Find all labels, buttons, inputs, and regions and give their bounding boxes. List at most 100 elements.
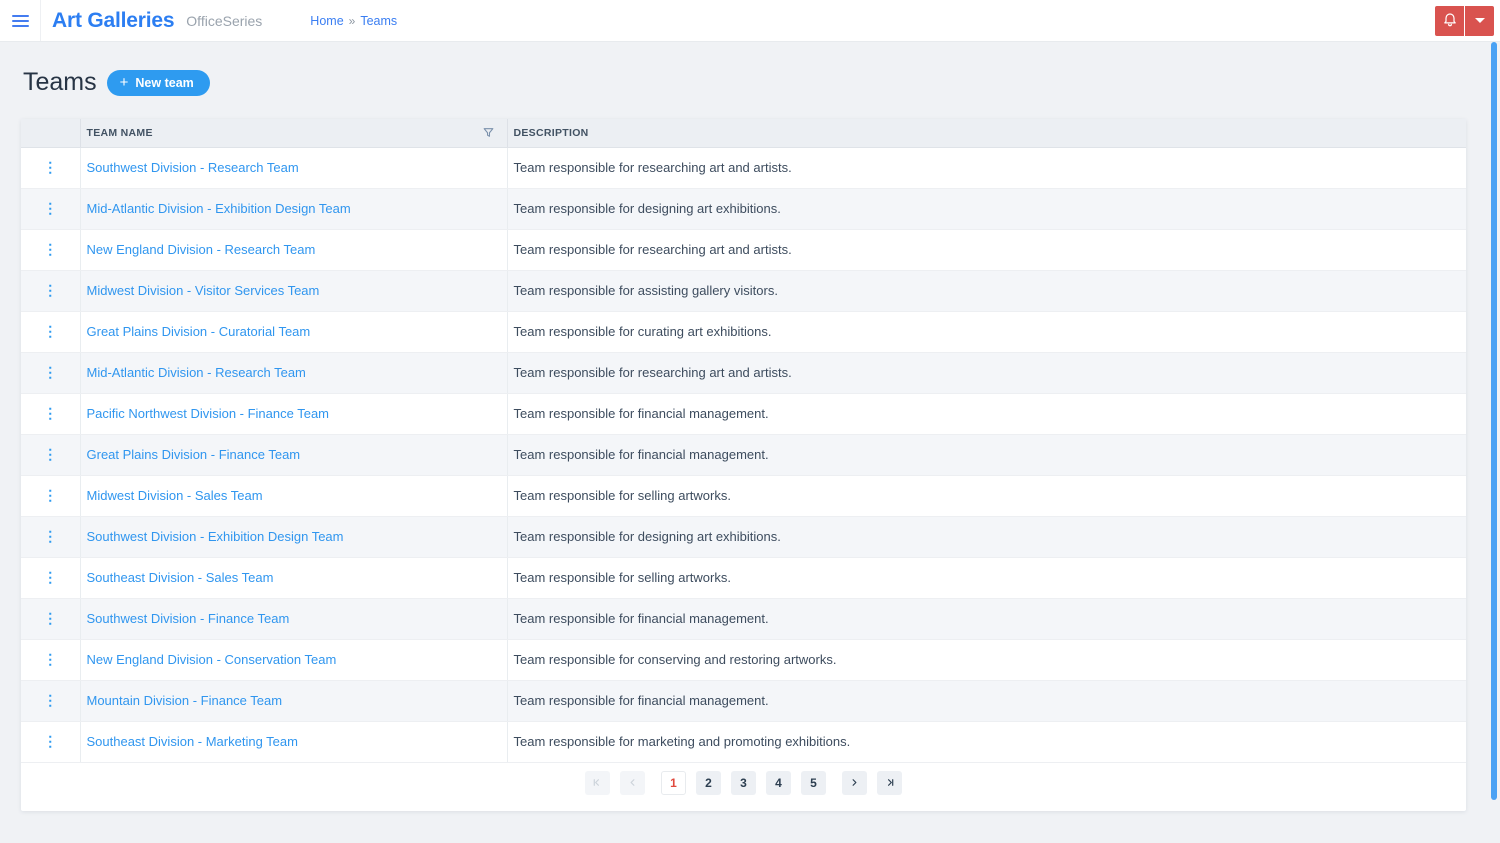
teams-table: TEAM NAME DESCRIPTION ⋮ Southwest Divisio… [21, 119, 1466, 763]
page-button-1[interactable]: 1 [661, 770, 686, 795]
team-name-link[interactable]: Southeast Division - Sales Team [87, 570, 274, 585]
table-row: ⋮ Pacific Northwest Division - Finance Te… [21, 393, 1466, 435]
team-name-link[interactable]: Southeast Division - Marketing Team [87, 734, 298, 749]
team-name-cell: Southwest Division - Research Team [79, 147, 507, 189]
team-name-link[interactable]: Mid-Atlantic Division - Research Team [87, 365, 306, 380]
page-button-4[interactable]: 4 [766, 770, 791, 795]
notifications-button[interactable] [1435, 5, 1464, 36]
row-actions-cell: ⋮ [21, 557, 80, 599]
team-name-link[interactable]: Midwest Division - Sales Team [87, 488, 263, 503]
breadcrumb-current-link[interactable]: Teams [360, 14, 397, 28]
row-actions-cell: ⋮ [21, 188, 80, 230]
page-button-3[interactable]: 3 [731, 770, 756, 795]
breadcrumb-home-link[interactable]: Home [310, 14, 343, 28]
teams-card: TEAM NAME DESCRIPTION ⋮ Southwest Divisio… [21, 119, 1466, 811]
table-row: ⋮ Southwest Division - Finance Team Team r… [21, 598, 1466, 640]
team-name-link[interactable]: Southwest Division - Finance Team [87, 611, 290, 626]
team-name-link[interactable]: Midwest Division - Visitor Services Team [87, 283, 320, 298]
last-page-icon [887, 779, 894, 786]
row-actions-cell: ⋮ [21, 680, 80, 722]
team-name-link[interactable]: Southwest Division - Exhibition Design T… [87, 529, 344, 544]
next-page-button[interactable] [842, 770, 867, 795]
user-menu-button[interactable] [1465, 5, 1494, 36]
prev-page-button[interactable] [620, 770, 645, 795]
first-page-button[interactable] [585, 770, 610, 795]
first-page-icon [593, 779, 600, 786]
new-team-button[interactable]: + New team [106, 69, 210, 96]
menu-button[interactable] [0, 0, 41, 41]
team-name-cell: New England Division - Conservation Team [79, 639, 507, 681]
pagination-pages: 12345 [661, 770, 826, 795]
row-kebab-menu-icon[interactable]: ⋮ [43, 324, 57, 338]
team-description-cell: Team responsible for researching art and… [506, 147, 1466, 189]
vertical-scrollbar[interactable] [1491, 42, 1497, 800]
team-name-cell: Pacific Northwest Division - Finance Tea… [79, 393, 507, 435]
hamburger-icon [11, 14, 29, 27]
row-kebab-menu-icon[interactable]: ⋮ [43, 242, 57, 256]
team-name-cell: Midwest Division - Visitor Services Team [79, 270, 507, 312]
row-kebab-menu-icon[interactable]: ⋮ [43, 447, 57, 461]
row-kebab-menu-icon[interactable]: ⋮ [43, 201, 57, 215]
page-title: Teams [23, 68, 97, 96]
table-row: ⋮ New England Division - Conservation Tea… [21, 639, 1466, 681]
team-name-header-label: TEAM NAME [86, 126, 153, 139]
actions-column-header [21, 119, 80, 148]
row-actions-cell: ⋮ [21, 721, 80, 763]
team-description-cell: Team responsible for financial managemen… [506, 680, 1466, 722]
row-kebab-menu-icon[interactable]: ⋮ [43, 570, 57, 584]
app-header: Art Galleries OfficeSeries Home » Teams [0, 0, 1500, 42]
prev-page-icon [630, 779, 635, 786]
table-row: ⋮ Mountain Division - Finance Team Team re… [21, 680, 1466, 722]
team-description-cell: Team responsible for conserving and rest… [506, 639, 1466, 681]
team-name-cell: Great Plains Division - Curatorial Team [79, 311, 507, 353]
page-button-5[interactable]: 5 [801, 770, 826, 795]
row-actions-cell: ⋮ [21, 475, 80, 517]
filter-icon[interactable] [482, 126, 495, 139]
row-kebab-menu-icon[interactable]: ⋮ [43, 734, 57, 748]
table-row: ⋮ Midwest Division - Sales Team Team respo… [21, 475, 1466, 517]
team-name-link[interactable]: New England Division - Conservation Team [87, 652, 337, 667]
team-name-link[interactable]: Great Plains Division - Curatorial Team [87, 324, 311, 339]
table-row: ⋮ Great Plains Division - Curatorial Team… [21, 311, 1466, 353]
row-kebab-menu-icon[interactable]: ⋮ [43, 693, 57, 707]
team-description-cell: Team responsible for financial managemen… [506, 393, 1466, 435]
breadcrumb: Home » Teams [310, 14, 397, 28]
row-actions-cell: ⋮ [21, 270, 80, 312]
team-description-cell: Team responsible for financial managemen… [506, 434, 1466, 476]
pagination: 12345 [21, 763, 1466, 811]
app-suffix: OfficeSeries [186, 12, 263, 29]
table-header-row: TEAM NAME DESCRIPTION [21, 119, 1466, 148]
team-description-cell: Team responsible for researching art and… [506, 352, 1466, 394]
page-button-2[interactable]: 2 [696, 770, 721, 795]
team-description-cell: Team responsible for designing art exhib… [506, 188, 1466, 230]
team-name-link[interactable]: Mountain Division - Finance Team [87, 693, 283, 708]
team-name-link[interactable]: Pacific Northwest Division - Finance Tea… [87, 406, 330, 421]
last-page-button[interactable] [877, 770, 902, 795]
team-description-cell: Team responsible for marketing and promo… [506, 721, 1466, 763]
team-description-cell: Team responsible for selling artworks. [506, 475, 1466, 517]
row-kebab-menu-icon[interactable]: ⋮ [43, 283, 57, 297]
team-name-cell: Mountain Division - Finance Team [79, 680, 507, 722]
team-name-link[interactable]: Mid-Atlantic Division - Exhibition Desig… [87, 201, 351, 216]
team-name-link[interactable]: Southwest Division - Research Team [87, 160, 299, 175]
row-kebab-menu-icon[interactable]: ⋮ [43, 652, 57, 666]
team-name-cell: Southwest Division - Finance Team [79, 598, 507, 640]
team-name-link[interactable]: New England Division - Research Team [87, 242, 316, 257]
row-kebab-menu-icon[interactable]: ⋮ [43, 488, 57, 502]
team-name-cell: Southwest Division - Exhibition Design T… [79, 516, 507, 558]
team-name-link[interactable]: Great Plains Division - Finance Team [87, 447, 301, 462]
row-kebab-menu-icon[interactable]: ⋮ [43, 365, 57, 379]
team-name-cell: Southeast Division - Sales Team [79, 557, 507, 599]
row-actions-cell: ⋮ [21, 147, 80, 189]
team-description-cell: Team responsible for designing art exhib… [506, 516, 1466, 558]
team-name-cell: Midwest Division - Sales Team [79, 475, 507, 517]
row-kebab-menu-icon[interactable]: ⋮ [43, 406, 57, 420]
table-row: ⋮ Midwest Division - Visitor Services Tea… [21, 270, 1466, 312]
row-kebab-menu-icon[interactable]: ⋮ [43, 160, 57, 174]
row-kebab-menu-icon[interactable]: ⋮ [43, 611, 57, 625]
row-kebab-menu-icon[interactable]: ⋮ [43, 529, 57, 543]
table-row: ⋮ Southwest Division - Exhibition Design … [21, 516, 1466, 558]
team-name-cell: Mid-Atlantic Division - Exhibition Desig… [79, 188, 507, 230]
row-actions-cell: ⋮ [21, 311, 80, 353]
next-page-icon [852, 779, 857, 786]
